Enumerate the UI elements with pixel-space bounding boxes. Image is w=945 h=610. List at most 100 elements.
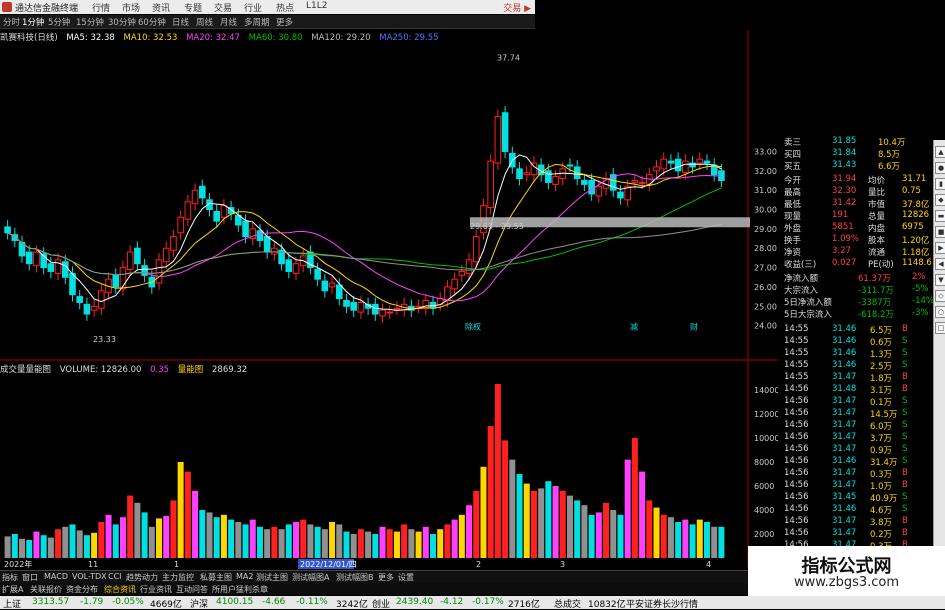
- volume-bar: [119, 517, 126, 558]
- tab-industry-news[interactable]: 行业资讯: [140, 584, 172, 595]
- volume-bar: [300, 519, 307, 558]
- volume-bar: [581, 505, 588, 558]
- volume-bar: [264, 529, 271, 558]
- sz-name: 沪深: [190, 600, 209, 610]
- volume-bar: [350, 534, 357, 558]
- sidebar-btn-8[interactable]: ◀: [935, 258, 945, 270]
- volume-bar: [170, 500, 177, 558]
- sidebar-btn-4[interactable]: ◆: [935, 194, 945, 206]
- label: 买五: [784, 162, 802, 172]
- sidebar-btn-1[interactable]: ▲: [935, 146, 945, 158]
- price: 31.47: [832, 396, 857, 406]
- volume-bar: [617, 514, 624, 558]
- tick-row: 14:56 31.47 14.5万 S: [778, 408, 938, 420]
- tab-test-b[interactable]: 测试幅图B: [336, 572, 374, 583]
- volume-bar: [112, 524, 119, 558]
- sidebar-btn-3[interactable]: ▮: [935, 178, 945, 190]
- volume-bar: [293, 522, 300, 558]
- volume-bar: [610, 510, 617, 558]
- volume-bar: [603, 502, 610, 558]
- tab-window[interactable]: 窗口: [22, 572, 38, 583]
- tab-fund[interactable]: 资金分布: [66, 584, 98, 595]
- volume-bar: [228, 519, 235, 558]
- volume-bar: [588, 514, 595, 558]
- cy-change: -4.12: [440, 597, 464, 607]
- kline-chart[interactable]: 33.00 32.00 31.00 30.00 29.00 28.00 27.00 26.00…: [0, 0, 780, 570]
- tab-ma2[interactable]: MA2: [236, 572, 253, 581]
- vol-title: 成交量量能图: [0, 365, 52, 375]
- label: 5日净流入额: [784, 298, 832, 308]
- flow-row: 净流入额 61.37万 2%: [778, 272, 938, 284]
- tab-macd[interactable]: MACD: [44, 572, 68, 581]
- sidebar-btn-12[interactable]: □: [935, 322, 945, 334]
- vol-v3: 2869.32: [212, 365, 248, 375]
- tab-more[interactable]: 更多: [378, 572, 394, 583]
- label: 最低: [784, 200, 802, 210]
- stat-row: 换手 1.09% 股本 1.20亿: [778, 234, 938, 246]
- tab-news[interactable]: 综合资讯: [104, 584, 136, 595]
- sidebar-btn-5[interactable]: ▬: [935, 210, 945, 222]
- sidebar-btn-9[interactable]: ▼: [935, 274, 945, 286]
- time: 14:56: [784, 420, 809, 430]
- time: 14:56: [784, 444, 809, 454]
- qty: 1.3万: [870, 350, 893, 360]
- volume-bar: [703, 522, 710, 558]
- volume-bar: [11, 534, 18, 558]
- candle-body: [595, 185, 603, 197]
- candle-body: [581, 179, 588, 185]
- tab-vol-tdx[interactable]: VOL-TDX: [72, 572, 107, 581]
- tab-test-main[interactable]: 测试主图: [256, 572, 288, 583]
- ma120-line: [7, 223, 722, 276]
- qty: 0.2万: [870, 530, 893, 540]
- value: 1.09%: [832, 234, 860, 244]
- side: S: [902, 444, 908, 454]
- tick-row: 14:56 31.47 3.8万 B: [778, 516, 938, 528]
- tab-test-a[interactable]: 测试幅图A: [292, 572, 329, 583]
- candle-body: [4, 226, 11, 234]
- sz-value: 4100.15: [216, 597, 254, 607]
- volume-bar: [646, 500, 653, 558]
- volume-bar: [401, 524, 408, 558]
- sidebar-btn-10[interactable]: ◇: [935, 290, 945, 302]
- volume-bar: [357, 529, 364, 558]
- qty: 40.9万: [870, 494, 898, 504]
- tab-private[interactable]: 私募主图: [200, 572, 232, 583]
- volume-bar: [509, 459, 516, 558]
- candle-body: [220, 205, 228, 218]
- tab-related[interactable]: 关联报价: [30, 584, 62, 595]
- candle-body: [653, 166, 660, 172]
- candle-body: [660, 158, 668, 170]
- tab-qa[interactable]: 互动问答: [176, 584, 208, 595]
- tick-row: 14:56 31.45 40.9万 S: [778, 492, 938, 504]
- side: B: [902, 516, 908, 526]
- sidebar-btn-7[interactable]: ▶: [935, 242, 945, 254]
- tab-user[interactable]: 所用户猛利杀章: [212, 584, 268, 595]
- price: 31.46: [832, 360, 857, 370]
- value2: 0.75: [902, 186, 921, 196]
- sidebar-btn-11[interactable]: ○: [935, 306, 945, 318]
- tab-trend[interactable]: 趋势动力: [126, 572, 158, 583]
- sidebar-btn-6[interactable]: ■: [935, 226, 945, 238]
- tab-indicator[interactable]: 指标: [2, 572, 18, 583]
- value2: 1148.6: [902, 258, 932, 268]
- value: 31.42: [832, 198, 857, 208]
- tab-monitor[interactable]: 主力监控: [162, 572, 194, 583]
- indicator-tabs: 指标 窗口 MACD VOL-TDX CCI 趋势动力 主力监控 私募主图 MA…: [0, 570, 750, 583]
- candle-body: [689, 162, 696, 168]
- flow-row: 5日大宗流入 -618.2万 -3%: [778, 308, 938, 320]
- tick-row: 14:56 31.47 6.0万 S: [778, 420, 938, 432]
- price: 31.47: [832, 468, 857, 478]
- volume-bar: [689, 524, 696, 558]
- tab-ext-a[interactable]: 扩展A: [2, 584, 23, 595]
- tab-cci[interactable]: CCI: [108, 572, 122, 581]
- candle-body: [343, 299, 350, 307]
- label2: 总量: [868, 212, 886, 222]
- sidebar-btn-2[interactable]: ●: [935, 162, 945, 174]
- price-tick-label: 27.00: [754, 264, 777, 273]
- qty: 14.5万: [870, 410, 898, 420]
- price: 31.84: [832, 148, 857, 158]
- volume-bar: [141, 512, 148, 558]
- tab-settings[interactable]: 设置: [398, 572, 414, 583]
- time: 14:56: [784, 504, 809, 514]
- volume-bar: [711, 526, 718, 558]
